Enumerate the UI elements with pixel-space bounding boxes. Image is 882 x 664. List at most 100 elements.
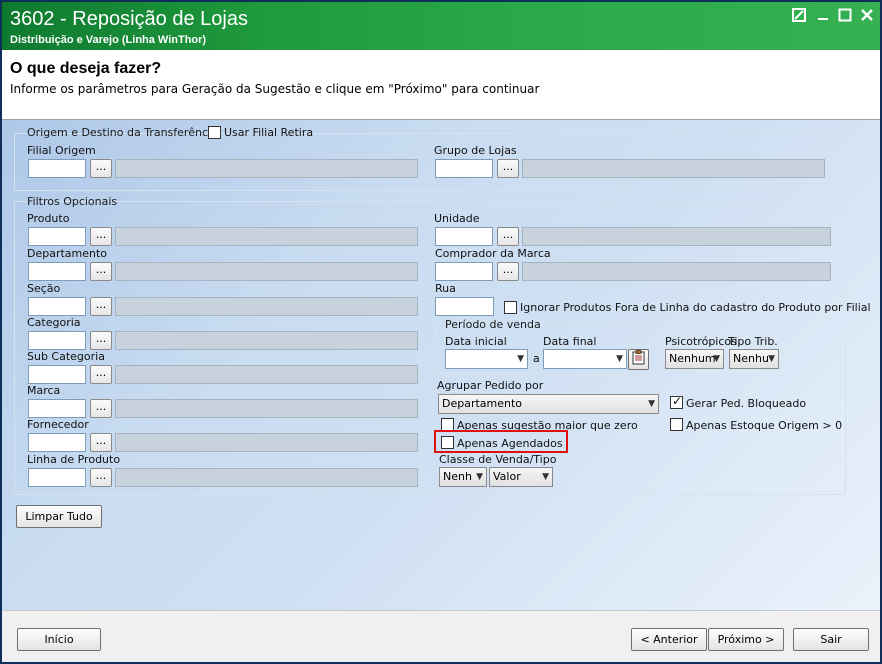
left-field-1-label: Departamento bbox=[27, 247, 108, 260]
data-inicial-picker[interactable]: ▼ bbox=[445, 349, 528, 369]
calendar-icon bbox=[632, 350, 645, 365]
wizard-footer: Início < Anterior Próximo > Sair bbox=[2, 610, 880, 662]
left-field-4-label: Sub Categoria bbox=[27, 350, 105, 363]
left-field-3-lookup-button[interactable]: ... bbox=[90, 331, 112, 350]
filial-origem-description bbox=[115, 159, 418, 178]
left-field-5-lookup-button[interactable]: ... bbox=[90, 399, 112, 418]
date-range-separator: a bbox=[533, 352, 540, 365]
anterior-button[interactable]: < Anterior bbox=[631, 628, 707, 651]
ignorar-fora-linha-checkbox[interactable] bbox=[504, 301, 517, 314]
left-field-1-lookup-button[interactable]: ... bbox=[90, 262, 112, 281]
left-field-0-label: Produto bbox=[27, 212, 70, 225]
comprador-marca-label: Comprador da Marca bbox=[435, 247, 551, 260]
tipo-venda-value: Valor bbox=[493, 470, 521, 483]
agrupar-pedido-select[interactable]: Departamento ▼ bbox=[438, 394, 659, 414]
tipo-trib-label: Tipo Trib. bbox=[728, 335, 778, 348]
left-field-7-description bbox=[115, 468, 418, 487]
data-inicial-label: Data inicial bbox=[445, 335, 507, 348]
close-icon[interactable] bbox=[858, 8, 876, 26]
chevron-down-icon: ▼ bbox=[616, 354, 623, 364]
minimize-icon[interactable] bbox=[814, 8, 832, 26]
periodo-venda-legend: Período de venda bbox=[445, 318, 541, 331]
filial-origem-lookup-button[interactable]: ... bbox=[90, 159, 112, 178]
unidade-lookup-button[interactable]: ... bbox=[497, 227, 519, 246]
left-field-7-input[interactable] bbox=[28, 468, 86, 487]
page-title: O que deseja fazer? bbox=[10, 60, 162, 77]
left-field-2-lookup-button[interactable]: ... bbox=[90, 297, 112, 316]
left-field-7-label: Linha de Produto bbox=[27, 453, 121, 466]
window-title: 3602 - Reposição de Lojas bbox=[10, 8, 248, 30]
comprador-marca-lookup-button[interactable]: ... bbox=[497, 262, 519, 281]
tipo-trib-select[interactable]: Nenhu ▼ bbox=[729, 349, 779, 369]
apenas-estoque-origem-label: Apenas Estoque Origem > 0 bbox=[686, 419, 843, 432]
comprador-marca-input[interactable] bbox=[435, 262, 493, 281]
left-field-6-label: Fornecedor bbox=[27, 418, 89, 431]
classe-venda-tipo-label: Classe de Venda/Tipo bbox=[439, 453, 557, 466]
classe-venda-select[interactable]: Nenh ▼ bbox=[439, 467, 487, 487]
tipo-trib-value: Nenhu bbox=[733, 352, 769, 365]
highlight-box bbox=[434, 430, 568, 453]
inicio-button[interactable]: Início bbox=[17, 628, 101, 651]
left-field-4-description bbox=[115, 365, 418, 384]
left-field-3-input[interactable] bbox=[28, 331, 86, 350]
left-field-4-lookup-button[interactable]: ... bbox=[90, 365, 112, 384]
window-subtitle: Distribuição e Varejo (Linha WinThor) bbox=[10, 34, 207, 46]
agrupar-pedido-value: Departamento bbox=[442, 397, 523, 410]
unidade-description bbox=[522, 227, 831, 246]
left-field-6-description bbox=[115, 433, 418, 452]
calendar-clipboard-button[interactable] bbox=[628, 349, 649, 370]
left-field-4-input[interactable] bbox=[28, 365, 86, 384]
comprador-marca-description bbox=[522, 262, 831, 281]
rua-label: Rua bbox=[435, 282, 456, 295]
grupo-lojas-label: Grupo de Lojas bbox=[434, 144, 517, 157]
wizard-header: O que deseja fazer? Informe os parâmetro… bbox=[2, 50, 880, 120]
origem-destino-legend: Origem e Destino da Transferência bbox=[27, 126, 218, 139]
grupo-lojas-input[interactable] bbox=[435, 159, 493, 178]
left-field-3-label: Categoria bbox=[27, 316, 81, 329]
proximo-button[interactable]: Próximo > bbox=[708, 628, 784, 651]
psicotropicos-select[interactable]: Nenhum ▼ bbox=[665, 349, 724, 369]
filial-origem-label: Filial Origem bbox=[27, 144, 96, 157]
left-field-2-label: Seção bbox=[27, 282, 61, 295]
gerar-ped-bloqueado-label: Gerar Ped. Bloqueado bbox=[686, 397, 807, 410]
restore-icon[interactable] bbox=[790, 8, 808, 26]
chevron-down-icon: ▼ bbox=[648, 399, 655, 409]
classe-venda-value: Nenh bbox=[443, 470, 472, 483]
page-description: Informe os parâmetros para Geração da Su… bbox=[10, 82, 540, 96]
unidade-input[interactable] bbox=[435, 227, 493, 246]
left-field-2-description bbox=[115, 297, 418, 316]
left-field-0-lookup-button[interactable]: ... bbox=[90, 227, 112, 246]
left-field-3-description bbox=[115, 331, 418, 350]
rua-input[interactable] bbox=[435, 297, 494, 316]
grupo-lojas-description bbox=[522, 159, 825, 178]
unidade-label: Unidade bbox=[434, 212, 480, 225]
sair-button[interactable]: Sair bbox=[793, 628, 869, 651]
filial-origem-input[interactable] bbox=[28, 159, 86, 178]
data-final-picker[interactable]: ▼ bbox=[543, 349, 627, 369]
left-field-5-description bbox=[115, 399, 418, 418]
maximize-icon[interactable] bbox=[836, 8, 854, 26]
left-field-5-input[interactable] bbox=[28, 399, 86, 418]
gerar-ped-bloqueado-checkbox[interactable] bbox=[670, 394, 683, 409]
chevron-down-icon: ▼ bbox=[768, 354, 775, 364]
usar-filial-retira-checkbox[interactable] bbox=[208, 126, 221, 139]
left-field-2-input[interactable] bbox=[28, 297, 86, 316]
grupo-lojas-lookup-button[interactable]: ... bbox=[497, 159, 519, 178]
title-bar: 3602 - Reposição de Lojas Distribuição e… bbox=[2, 2, 880, 50]
left-field-1-input[interactable] bbox=[28, 262, 86, 281]
apenas-estoque-origem-checkbox[interactable] bbox=[670, 418, 683, 431]
application-window: 3602 - Reposição de Lojas Distribuição e… bbox=[0, 0, 882, 664]
limpar-tudo-button[interactable]: Limpar Tudo bbox=[16, 505, 102, 528]
left-field-7-lookup-button[interactable]: ... bbox=[90, 468, 112, 487]
left-field-6-lookup-button[interactable]: ... bbox=[90, 433, 112, 452]
agrupar-pedido-label: Agrupar Pedido por bbox=[437, 379, 544, 392]
data-final-label: Data final bbox=[543, 335, 597, 348]
tipo-venda-select[interactable]: Valor ▼ bbox=[489, 467, 553, 487]
left-field-0-input[interactable] bbox=[28, 227, 86, 246]
wizard-content: Origem e Destino da Transferência Usar F… bbox=[2, 120, 880, 610]
ignorar-fora-linha-label: Ignorar Produtos Fora de Linha do cadast… bbox=[520, 301, 871, 314]
chevron-down-icon: ▼ bbox=[542, 472, 549, 482]
left-field-6-input[interactable] bbox=[28, 433, 86, 452]
filtros-opcionais-legend: Filtros Opcionais bbox=[27, 195, 118, 208]
chevron-down-icon: ▼ bbox=[517, 354, 524, 364]
